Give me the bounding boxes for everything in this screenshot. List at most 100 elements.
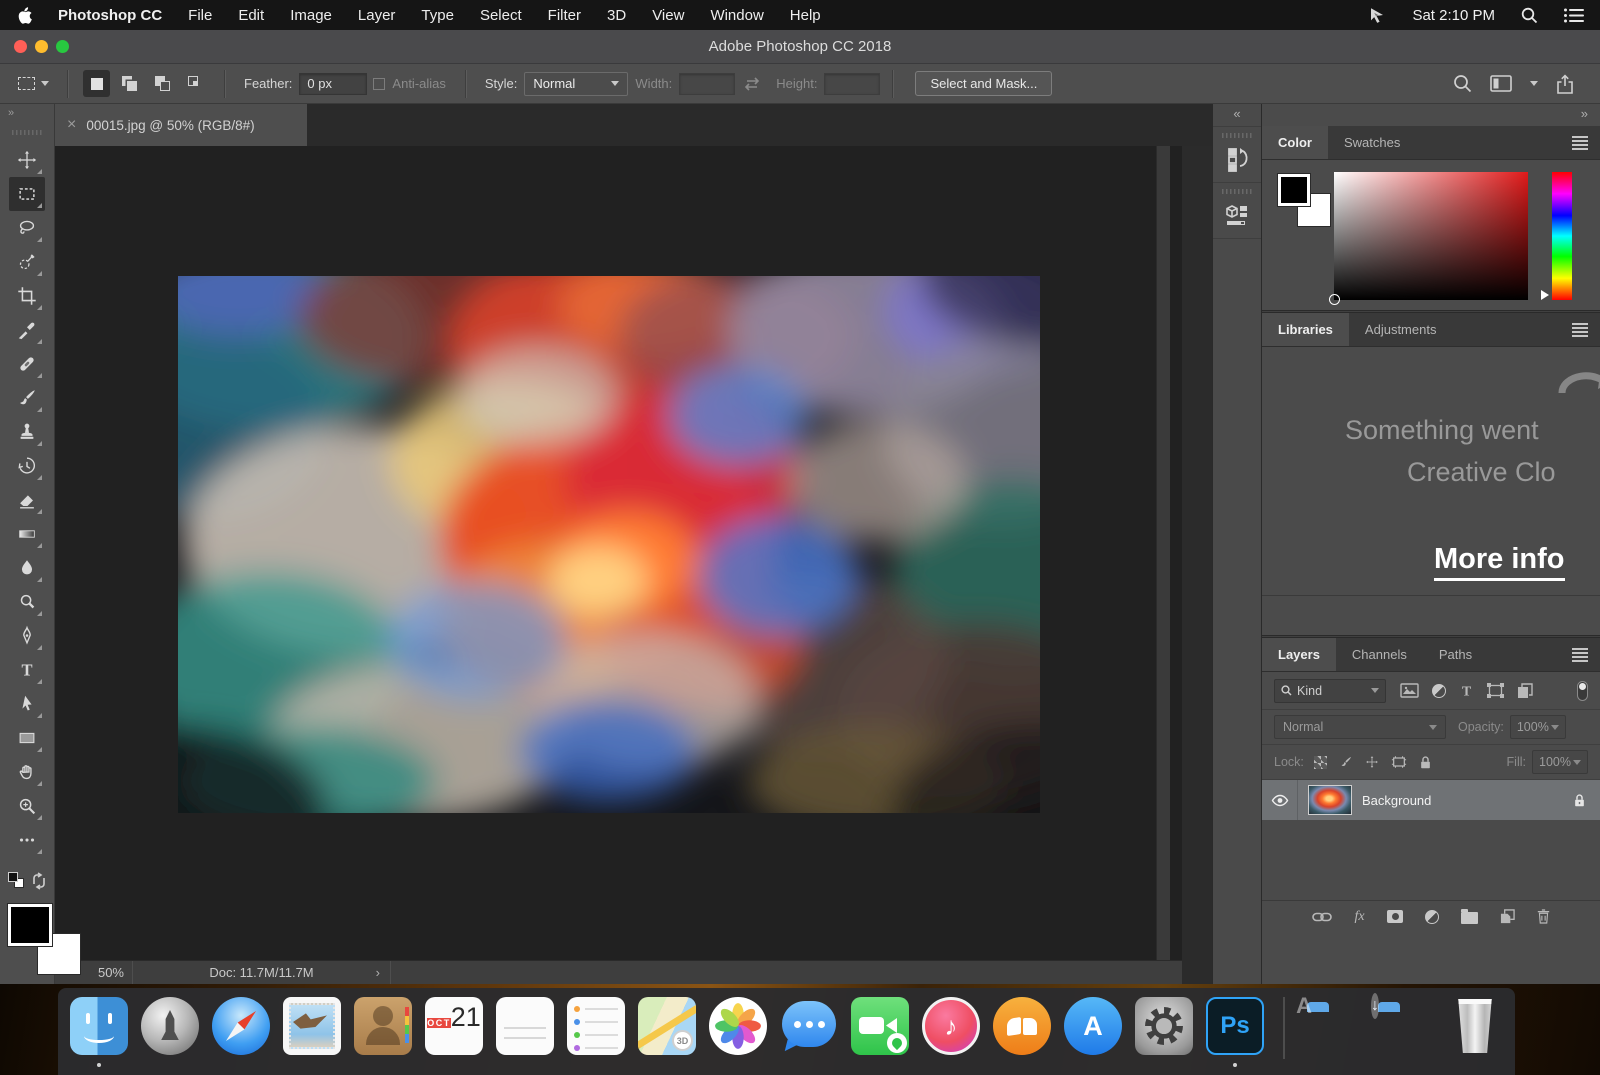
menu-image[interactable]: Image <box>290 7 332 24</box>
filter-type-layers-icon[interactable]: T <box>1459 683 1474 699</box>
dock-mail[interactable] <box>283 997 341 1055</box>
layer-style-icon[interactable]: fx <box>1354 909 1364 925</box>
dock-itunes[interactable]: ♪ <box>922 997 980 1055</box>
menu-clock[interactable]: Sat 2:10 PM <box>1412 7 1495 24</box>
toolbar-expand[interactable]: » <box>0 104 54 128</box>
color-panel-foreground-swatch[interactable] <box>1278 174 1310 206</box>
document-sizes[interactable]: Doc: 11.7M/11.7M › <box>133 961 391 984</box>
spotlight-search-icon[interactable] <box>1521 7 1538 24</box>
collapse-panels-control[interactable]: « <box>1213 104 1261 126</box>
history-panel-button[interactable] <box>1213 126 1261 182</box>
add-layer-mask-icon[interactable] <box>1386 910 1403 923</box>
dock-applications-folder[interactable]: A <box>1296 993 1362 1055</box>
dock-downloads-folder[interactable]: ↓ <box>1371 993 1433 1055</box>
tab-libraries[interactable]: Libraries <box>1262 313 1349 346</box>
dock-launchpad[interactable] <box>141 997 199 1055</box>
filter-shape-layers-icon[interactable] <box>1487 683 1504 698</box>
dock-messages[interactable] <box>780 997 838 1055</box>
tool-preset-picker[interactable] <box>12 77 55 90</box>
dock-app-store[interactable]: A <box>1064 997 1122 1055</box>
dock-facetime[interactable] <box>851 997 909 1055</box>
tool-move[interactable] <box>9 143 45 177</box>
canvas-area[interactable] <box>55 146 1182 960</box>
close-document-icon[interactable]: × <box>67 117 76 133</box>
tool-rectangle-shape[interactable] <box>9 721 45 755</box>
toolbar-grip[interactable] <box>12 130 42 135</box>
feather-input[interactable]: 0 px <box>299 72 368 95</box>
tab-color[interactable]: Color <box>1262 126 1328 159</box>
apple-menu[interactable] <box>16 6 32 25</box>
lock-position-icon[interactable] <box>1365 755 1379 769</box>
dock-maps[interactable]: 3D <box>638 997 696 1055</box>
menu-file[interactable]: File <box>188 7 212 24</box>
tool-clone-stamp[interactable] <box>9 415 45 449</box>
dock-ibooks[interactable] <box>993 997 1051 1055</box>
lock-all-icon[interactable] <box>1419 755 1432 770</box>
foreground-color-swatch[interactable] <box>8 904 52 946</box>
tool-brush[interactable] <box>9 381 45 415</box>
style-select[interactable]: Normal <box>524 71 629 96</box>
menu-filter[interactable]: Filter <box>548 7 581 24</box>
dock-photos[interactable] <box>709 997 767 1055</box>
expand-panels-control[interactable]: » <box>1262 104 1600 126</box>
tool-quick-selection[interactable] <box>9 245 45 279</box>
status-chevron-icon[interactable]: › <box>376 965 380 980</box>
minimize-window-button[interactable] <box>35 40 48 53</box>
menu-layer[interactable]: Layer <box>358 7 396 24</box>
dock-reminders[interactable] <box>567 997 625 1055</box>
new-group-icon[interactable] <box>1460 909 1478 924</box>
tool-hand[interactable] <box>9 755 45 789</box>
tab-paths[interactable]: Paths <box>1423 638 1488 671</box>
close-window-button[interactable] <box>14 40 27 53</box>
layer-name[interactable]: Background <box>1362 793 1573 808</box>
dock-calendar[interactable]: OCT21 <box>425 997 483 1055</box>
filter-kind-select[interactable]: Kind <box>1274 678 1386 703</box>
tool-rectangular-marquee[interactable] <box>9 177 45 211</box>
menu-type[interactable]: Type <box>421 7 454 24</box>
tool-blur[interactable] <box>9 551 45 585</box>
tab-adjustments[interactable]: Adjustments <box>1349 313 1453 346</box>
tab-channels[interactable]: Channels <box>1336 638 1423 671</box>
tool-path-selection[interactable] <box>9 687 45 721</box>
lock-paint-icon[interactable] <box>1339 755 1353 769</box>
tool-spot-healing-brush[interactable] <box>9 347 45 381</box>
link-layers-icon[interactable] <box>1312 911 1333 923</box>
menu-view[interactable]: View <box>652 7 684 24</box>
notification-center-icon[interactable] <box>1564 8 1584 23</box>
tool-dodge[interactable] <box>9 585 45 619</box>
delete-layer-icon[interactable] <box>1537 909 1550 924</box>
tool-crop[interactable] <box>9 279 45 313</box>
tool-lasso[interactable] <box>9 211 45 245</box>
vertical-scrollbar[interactable] <box>1156 146 1170 960</box>
add-to-selection-button[interactable] <box>116 70 143 97</box>
chevron-down-icon[interactable] <box>1530 81 1538 86</box>
tool-gradient[interactable] <box>9 517 45 551</box>
hue-ramp[interactable] <box>1541 172 1572 300</box>
panel-menu-icon[interactable] <box>1572 135 1600 150</box>
dock-trash[interactable] <box>1446 997 1504 1055</box>
menu-help[interactable]: Help <box>790 7 821 24</box>
panel-menu-icon[interactable] <box>1572 322 1600 337</box>
intersect-selection-button[interactable] <box>182 70 209 97</box>
dock-notes[interactable] <box>496 997 554 1055</box>
blend-mode-select[interactable]: Normal <box>1274 715 1446 739</box>
layer-thumbnail[interactable] <box>1308 785 1352 815</box>
tool-eraser[interactable] <box>9 483 45 517</box>
saturation-brightness-field[interactable] <box>1329 172 1528 305</box>
subtract-from-selection-button[interactable] <box>149 70 176 97</box>
tool-zoom[interactable] <box>9 789 45 823</box>
menu-select[interactable]: Select <box>480 7 522 24</box>
zoom-window-button[interactable] <box>56 40 69 53</box>
pointer-menu-extra-icon[interactable] <box>1368 6 1386 24</box>
menu-edit[interactable]: Edit <box>238 7 264 24</box>
document-image-color-explosion[interactable] <box>178 276 1040 813</box>
tool-edit-toolbar[interactable] <box>9 823 45 857</box>
dock-safari[interactable] <box>212 997 270 1055</box>
new-adjustment-layer-icon[interactable] <box>1424 909 1439 924</box>
anti-alias-checkbox[interactable] <box>373 77 386 90</box>
swap-colors-icon[interactable] <box>30 872 48 890</box>
layer-visibility-toggle[interactable] <box>1262 780 1298 820</box>
tab-swatches[interactable]: Swatches <box>1328 126 1416 159</box>
more-info-link[interactable]: More info <box>1434 543 1565 581</box>
default-colors-icon[interactable] <box>8 872 24 888</box>
